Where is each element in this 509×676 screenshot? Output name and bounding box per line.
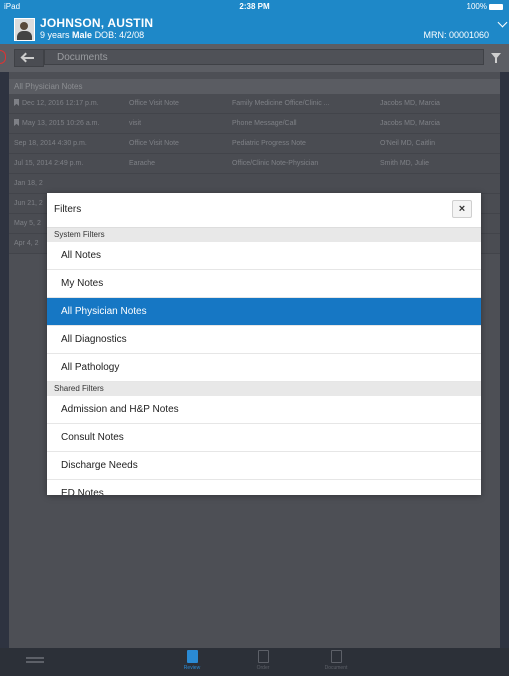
patient-name: JOHNSON, AUSTIN [40, 16, 154, 30]
patient-age: 9 years [40, 30, 70, 40]
clipboard-icon [186, 650, 198, 663]
row-date: May 5, 2 [14, 214, 41, 234]
documents-title[interactable]: Documents [44, 49, 484, 65]
filter-option[interactable]: All Notes [47, 242, 481, 270]
list-item[interactable]: Dec 12, 2016 12:17 p.m. Office Visit Note… [9, 94, 500, 114]
dialog-title: Filters [54, 204, 82, 215]
bookmark-icon [14, 119, 19, 126]
row-type-text: Office Visit Note [129, 140, 179, 147]
tab-document[interactable]: Document [316, 650, 356, 671]
row-date-text: May 5, 2 [14, 220, 41, 227]
row-provider: O'Neil MD, Caitlin [380, 134, 435, 154]
row-type: Office Visit Note [129, 134, 179, 154]
filter-option[interactable]: All Diagnostics [47, 326, 481, 354]
list-item[interactable]: Jan 18, 2 [9, 174, 500, 194]
row-provider-text: Jacobs MD, Marcia [380, 100, 440, 107]
battery-icon [489, 3, 503, 10]
list-item[interactable]: Sep 18, 2014 4:30 p.m. Office Visit Note P… [9, 134, 500, 154]
row-date: Apr 4, 2 [14, 234, 39, 254]
filter-option[interactable]: Admission and H&P Notes [47, 396, 481, 424]
patient-mrn: MRN: 00001060 [423, 30, 489, 40]
status-bar: iPad 2:38 PM 100% [0, 0, 509, 14]
dialog-header: Filters × [47, 193, 481, 228]
row-location: Office/Clinic Note-Physician [232, 154, 318, 174]
row-provider: Jacobs MD, Marcia [380, 114, 440, 134]
document-icon [330, 650, 342, 663]
row-provider: Jacobs MD, Marcia [380, 94, 440, 114]
close-button[interactable]: × [452, 200, 472, 218]
filter-option[interactable]: All Physician Notes [47, 298, 481, 326]
row-date: Sep 18, 2014 4:30 p.m. [14, 134, 87, 154]
clock: 2:38 PM [239, 2, 270, 11]
row-date-text: Jan 18, 2 [14, 180, 43, 187]
row-provider: Smith MD, Julie [380, 154, 429, 174]
row-location-text: Office/Clinic Note-Physician [232, 160, 319, 167]
row-provider-text: Jacobs MD, Marcia [380, 120, 440, 127]
row-location: Phone Message/Call [232, 114, 297, 134]
row-date-text: Dec 12, 2016 12:17 p.m. [22, 100, 99, 107]
tab-label: Review [183, 665, 201, 671]
row-date-text: Jun 21, 2 [14, 200, 43, 207]
filter-option[interactable]: Discharge Needs [47, 452, 481, 480]
chevron-down-icon[interactable] [497, 17, 508, 28]
annotation-marker [0, 50, 6, 64]
row-type-text: Earache [129, 160, 156, 167]
row-date: Jun 21, 2 [14, 194, 43, 214]
patient-avatar [14, 18, 35, 41]
list-item[interactable]: Jul 15, 2014 2:49 p.m. Earache Office/Clin… [9, 154, 500, 174]
patient-dob: DOB: 4/2/08 [94, 30, 145, 40]
row-date: May 13, 2015 10:26 a.m. [14, 114, 99, 134]
row-type: visit [129, 114, 141, 134]
row-location: Family Medicine Office/Clinic ... [232, 94, 330, 114]
filter-option[interactable]: All Pathology [47, 354, 481, 382]
filters-dialog: Filters × System Filters All Notes My Note… [47, 193, 481, 495]
back-button[interactable] [14, 49, 44, 67]
documents-toolbar: Documents [0, 44, 509, 72]
row-provider-text: Smith MD, Julie [380, 160, 430, 167]
bottom-tab-bar: Review Order Document [0, 648, 509, 676]
filter-option[interactable]: Consult Notes [47, 424, 481, 452]
filter-group-header: System Filters [47, 228, 481, 242]
row-date: Jan 18, 2 [14, 174, 43, 194]
patient-banner[interactable]: JOHNSON, AUSTIN 9 years Male DOB: 4/2/08… [0, 14, 509, 44]
tab-review[interactable]: Review [172, 650, 212, 671]
row-location-text: Pediatric Progress Note [232, 140, 306, 147]
filter-icon[interactable] [491, 53, 501, 63]
menu-icon[interactable] [26, 657, 44, 659]
battery-percent: 100% [466, 2, 487, 11]
list-item[interactable]: May 13, 2015 10:26 a.m. visit Phone Messag… [9, 114, 500, 134]
filter-option[interactable]: ED Notes [47, 480, 481, 495]
row-date: Jul 15, 2014 2:49 p.m. [14, 154, 83, 174]
order-grid-icon [257, 650, 269, 663]
row-location-text: Family Medicine Office/Clinic ... [232, 100, 330, 107]
row-type: Office Visit Note [129, 94, 179, 114]
row-location-text: Phone Message/Call [232, 120, 297, 127]
list-section-header: All Physician Notes [9, 79, 500, 94]
tab-order[interactable]: Order [243, 650, 283, 671]
row-date-text: May 13, 2015 10:26 a.m. [22, 120, 100, 127]
tab-label: Order [256, 665, 270, 671]
row-type-text: Office Visit Note [129, 100, 179, 107]
battery-status: 100% [467, 2, 503, 11]
filter-option[interactable]: My Notes [47, 270, 481, 298]
row-date-text: Sep 18, 2014 4:30 p.m. [14, 140, 87, 147]
row-provider-text: O'Neil MD, Caitlin [380, 140, 436, 147]
row-type: Earache [129, 154, 155, 174]
row-date-text: Apr 4, 2 [14, 240, 39, 247]
patient-demographics: 9 years Male DOB: 4/2/08 [40, 30, 144, 40]
filter-group-header: Shared Filters [47, 382, 481, 396]
patient-sex: Male [72, 30, 93, 40]
row-location: Pediatric Progress Note [232, 134, 306, 154]
row-type-text: visit [129, 120, 142, 127]
back-arrow-icon [23, 57, 34, 59]
row-date: Dec 12, 2016 12:17 p.m. [14, 94, 99, 114]
row-date-text: Jul 15, 2014 2:49 p.m. [14, 160, 84, 167]
tab-label: Document [324, 665, 348, 671]
bookmark-icon [14, 99, 19, 106]
